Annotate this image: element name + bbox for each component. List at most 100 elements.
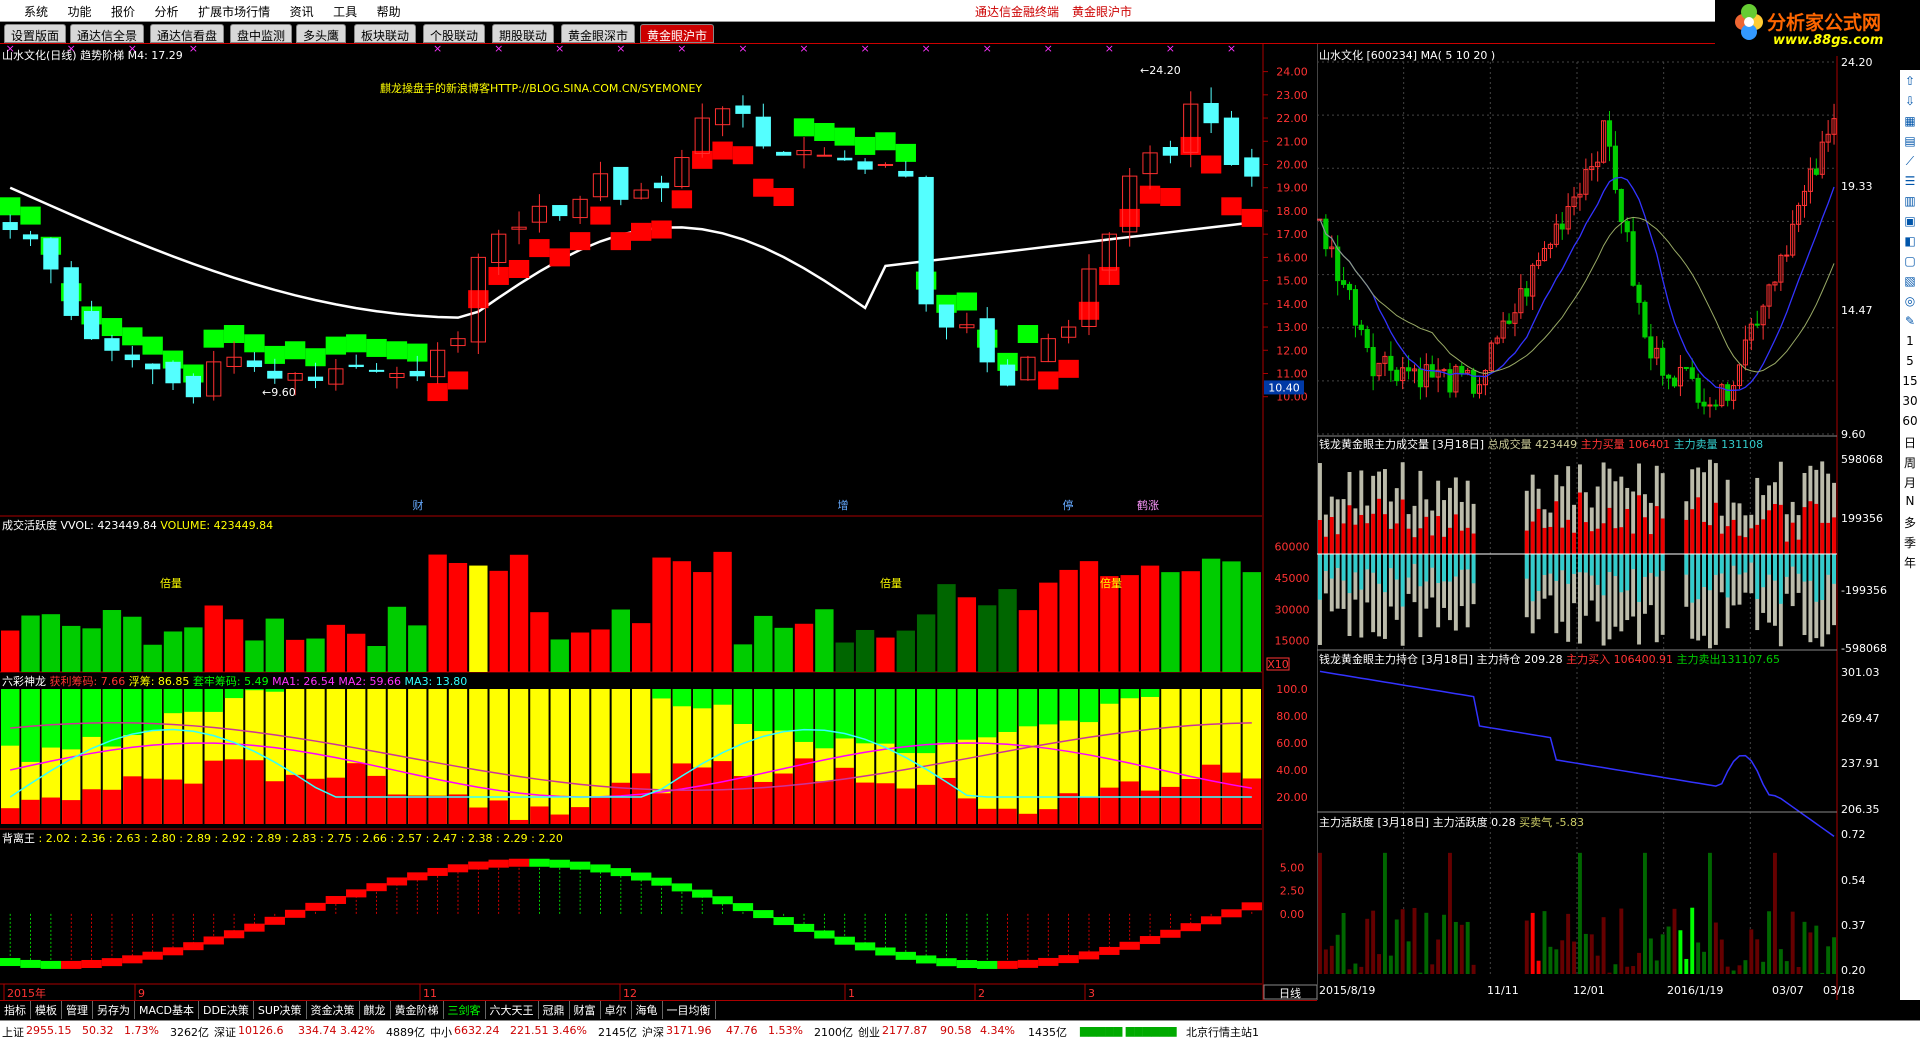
top-marker: × xyxy=(555,44,564,55)
layout-icon[interactable]: ▧ xyxy=(1902,274,1918,290)
period-1[interactable]: 1 xyxy=(1902,334,1918,350)
tab-golden-eye-sz[interactable]: 黄金眼深市 xyxy=(561,24,636,43)
sell-vol-bar xyxy=(1377,554,1381,584)
indicator-tab-5[interactable]: DDE决策 xyxy=(199,1001,254,1019)
activity-bar xyxy=(1347,969,1352,974)
six-green xyxy=(1120,689,1139,699)
activity-bar xyxy=(1666,926,1671,974)
candle-body xyxy=(552,205,568,217)
menu-tools[interactable]: 工具 xyxy=(325,0,365,23)
tab-golden-eye-sh[interactable]: 黄金眼沪市 xyxy=(640,24,715,43)
period-日[interactable]: 日 xyxy=(1902,434,1918,450)
indicator-tab-9[interactable]: 黄金阶梯 xyxy=(391,1001,444,1019)
indicator-tab-11[interactable]: 六大天王 xyxy=(486,1001,539,1019)
kline-header: 山水文化(日线) 趋势阶梯 M4: 17.29 xyxy=(2,47,183,63)
ladder-step xyxy=(101,318,123,337)
period-15[interactable]: 15 xyxy=(1902,374,1918,390)
indicator-tab-14[interactable]: 卓尔 xyxy=(601,1001,632,1019)
volume-bar xyxy=(245,640,264,672)
tab-tdx-watch[interactable]: 通达信看盘 xyxy=(150,24,225,43)
tab-futures-link[interactable]: 期股联动 xyxy=(492,24,555,43)
indicator-tab-8[interactable]: 麒龙 xyxy=(360,1001,391,1019)
divergence-step xyxy=(81,959,102,968)
window-icon[interactable]: ▢ xyxy=(1902,254,1918,270)
sell-vol-bar xyxy=(1524,554,1529,579)
chart-grid-icon[interactable]: ▦ xyxy=(1902,114,1918,130)
server-name[interactable]: 北京行情主站1 xyxy=(1186,1024,1259,1040)
tools-icon[interactable]: ✎ xyxy=(1902,314,1918,330)
settings-icon[interactable]: ◎ xyxy=(1902,294,1918,310)
period-N[interactable]: N xyxy=(1902,494,1918,510)
candle-body xyxy=(918,176,934,305)
six-green xyxy=(693,689,712,709)
period-周[interactable]: 周 xyxy=(1902,454,1918,470)
indicator-tab-2[interactable]: 管理 xyxy=(62,1001,93,1019)
buy-vol-bar xyxy=(1802,507,1807,554)
six-green xyxy=(876,689,895,744)
menu-function[interactable]: 功能 xyxy=(60,0,100,23)
menu-ext-market[interactable]: 扩展市场行情 xyxy=(190,0,278,23)
divergence-values: : 2.02 : 2.36 : 2.63 : 2.80 : 2.89 : 2.9… xyxy=(38,832,563,845)
activity-bar xyxy=(1554,949,1559,974)
indicator-tab-12[interactable]: 冠鼎 xyxy=(539,1001,570,1019)
indicator-tab-13[interactable]: 财富 xyxy=(570,1001,601,1019)
market-title: 黄金眼沪市 xyxy=(1072,5,1133,19)
activity-bar xyxy=(1424,912,1429,974)
tab-stock-link[interactable]: 个股联动 xyxy=(423,24,486,43)
tab-bull-eagle[interactable]: 多头鹰 xyxy=(296,24,347,43)
six-green xyxy=(774,689,793,731)
r-candle-body xyxy=(1335,246,1341,282)
indicator-tab-0[interactable]: 指标 xyxy=(0,1001,31,1019)
chart-bars-icon[interactable]: ▤ xyxy=(1902,134,1918,150)
indicator-tab-16[interactable]: 一目均衡 xyxy=(663,1001,716,1019)
r-x-label: 12/01 xyxy=(1573,984,1605,997)
period-年[interactable]: 年 xyxy=(1902,554,1918,570)
y-tick-label: 21.00 xyxy=(1276,135,1308,148)
candle-body xyxy=(83,311,100,340)
tab-sector-link[interactable]: 板块联动 xyxy=(354,24,417,43)
period-季[interactable]: 季 xyxy=(1902,534,1918,550)
menu-system[interactable]: 系统 xyxy=(16,0,56,23)
sell-vol-bar xyxy=(1371,554,1376,573)
tab-settings[interactable]: 设置版面 xyxy=(4,24,67,43)
list-icon[interactable]: ☰ xyxy=(1902,174,1918,190)
indicator-tab-7[interactable]: 资金决策 xyxy=(307,1001,360,1019)
sell-vol-bar xyxy=(1548,554,1553,574)
ladder-step xyxy=(631,222,652,241)
chart-line-icon[interactable]: ⟋ xyxy=(1902,154,1918,170)
volume-bar xyxy=(611,609,630,672)
six-red xyxy=(1079,796,1099,824)
indicator-tab-6[interactable]: SUP决策 xyxy=(254,1001,307,1019)
indicator-tab-15[interactable]: 海龟 xyxy=(632,1001,663,1019)
six-red xyxy=(855,782,875,824)
indicator-tab-3[interactable]: 另存为 xyxy=(93,1001,135,1019)
menu-help[interactable]: 帮助 xyxy=(369,0,409,23)
six-red xyxy=(245,760,264,824)
period-60[interactable]: 60 xyxy=(1902,414,1918,430)
table-icon[interactable]: ▣ xyxy=(1902,214,1918,230)
period-5[interactable]: 5 xyxy=(1902,354,1918,370)
indicator-tab-1[interactable]: 模板 xyxy=(31,1001,62,1019)
grid-icon[interactable]: ▥ xyxy=(1902,194,1918,210)
right-charts-svg[interactable]: 24.20 19.33 14.47 9.60 598068 199356 -199356 -5… xyxy=(1317,44,1900,1000)
activity-bar xyxy=(1607,972,1612,974)
arrow-up-icon[interactable]: ⇧ xyxy=(1902,74,1918,90)
tab-tdx-panorama[interactable]: 通达信全景 xyxy=(70,24,145,43)
menu-quote[interactable]: 报价 xyxy=(103,0,143,23)
indicator-tab-4[interactable]: MACD基本 xyxy=(135,1001,199,1019)
ma-value: M4: 17.29 xyxy=(127,49,183,62)
menu-news[interactable]: 资讯 xyxy=(282,0,322,23)
top-marker: × xyxy=(616,44,625,55)
menu-analysis[interactable]: 分析 xyxy=(147,0,187,23)
period-多[interactable]: 多 xyxy=(1902,514,1918,530)
chart3-buy: 主力买入 106400.91 xyxy=(1566,653,1674,666)
activity-bar xyxy=(1702,951,1706,974)
tab-intraday-monitor[interactable]: 盘中监测 xyxy=(230,24,293,43)
activity-bar xyxy=(1678,930,1683,974)
arrow-down-icon[interactable]: ⇩ xyxy=(1902,94,1918,110)
indicator-tab-10[interactable]: 三剑客 xyxy=(444,1001,486,1019)
bookmark-icon[interactable]: ◧ xyxy=(1902,234,1918,250)
buy-vol-bar xyxy=(1371,513,1376,554)
period-30[interactable]: 30 xyxy=(1902,394,1918,410)
period-月[interactable]: 月 xyxy=(1902,474,1918,490)
